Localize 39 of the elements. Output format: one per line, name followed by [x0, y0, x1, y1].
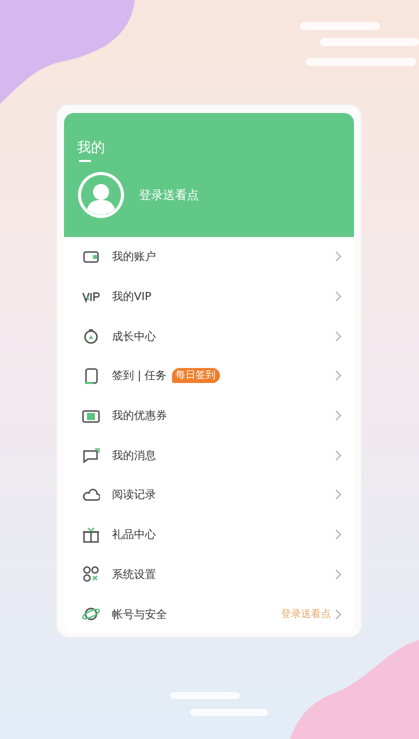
- menu-item[interactable]: 我的VIP: [64, 276, 354, 316]
- chevron-right-icon: [335, 370, 342, 382]
- cloud-icon: [82, 486, 100, 504]
- menu-item[interactable]: 我的账户: [64, 237, 354, 277]
- menu-label: 礼品中心: [112, 527, 156, 542]
- menu-item[interactable]: 阅读记录: [64, 475, 354, 515]
- menu-item[interactable]: 帐号与安全 登录送看点: [64, 594, 354, 634]
- menu-label: 签到 | 任务: [112, 368, 167, 384]
- chevron-right-icon: [335, 291, 342, 302]
- menu-label: 帐号与安全: [112, 606, 167, 622]
- chevron-right-icon: [335, 568, 342, 580]
- menu-item[interactable]: 系统设置: [64, 554, 354, 594]
- page-title: 我的: [77, 139, 105, 157]
- badge: 每日签到: [172, 368, 220, 384]
- chevron-right-icon: [335, 450, 342, 461]
- chevron-right-icon: [335, 529, 342, 540]
- chevron-right-icon: [335, 489, 342, 500]
- chevron-right-icon: [335, 330, 342, 342]
- stopwatch-icon: [82, 327, 100, 346]
- menu-item[interactable]: 签到 | 任务 每日签到: [64, 356, 354, 396]
- menu-label: 我的VIP: [112, 289, 152, 304]
- menu-label: 我的消息: [112, 448, 156, 463]
- menu-label: 阅读记录: [112, 487, 156, 502]
- chevron-right-icon: [335, 410, 342, 422]
- menu-item[interactable]: 成长中心: [64, 316, 354, 356]
- menu-item[interactable]: 我的消息: [64, 435, 354, 476]
- gift-icon: [82, 526, 100, 544]
- menu-label: 成长中心: [112, 328, 156, 344]
- menu-label: 我的优惠券: [112, 408, 167, 424]
- menu-label: 系统设置: [112, 566, 156, 582]
- chevron-right-icon: [335, 251, 342, 262]
- grid-icon: [82, 565, 100, 584]
- chat-icon: [82, 446, 100, 464]
- chevron-right-icon: [335, 608, 342, 620]
- menu-item[interactable]: 我的优惠券: [64, 396, 354, 436]
- menu-label: 我的账户: [112, 249, 156, 264]
- phone-icon: [82, 366, 100, 385]
- menu-item[interactable]: 礼品中心: [64, 514, 354, 554]
- avatar-icon[interactable]: [77, 171, 125, 219]
